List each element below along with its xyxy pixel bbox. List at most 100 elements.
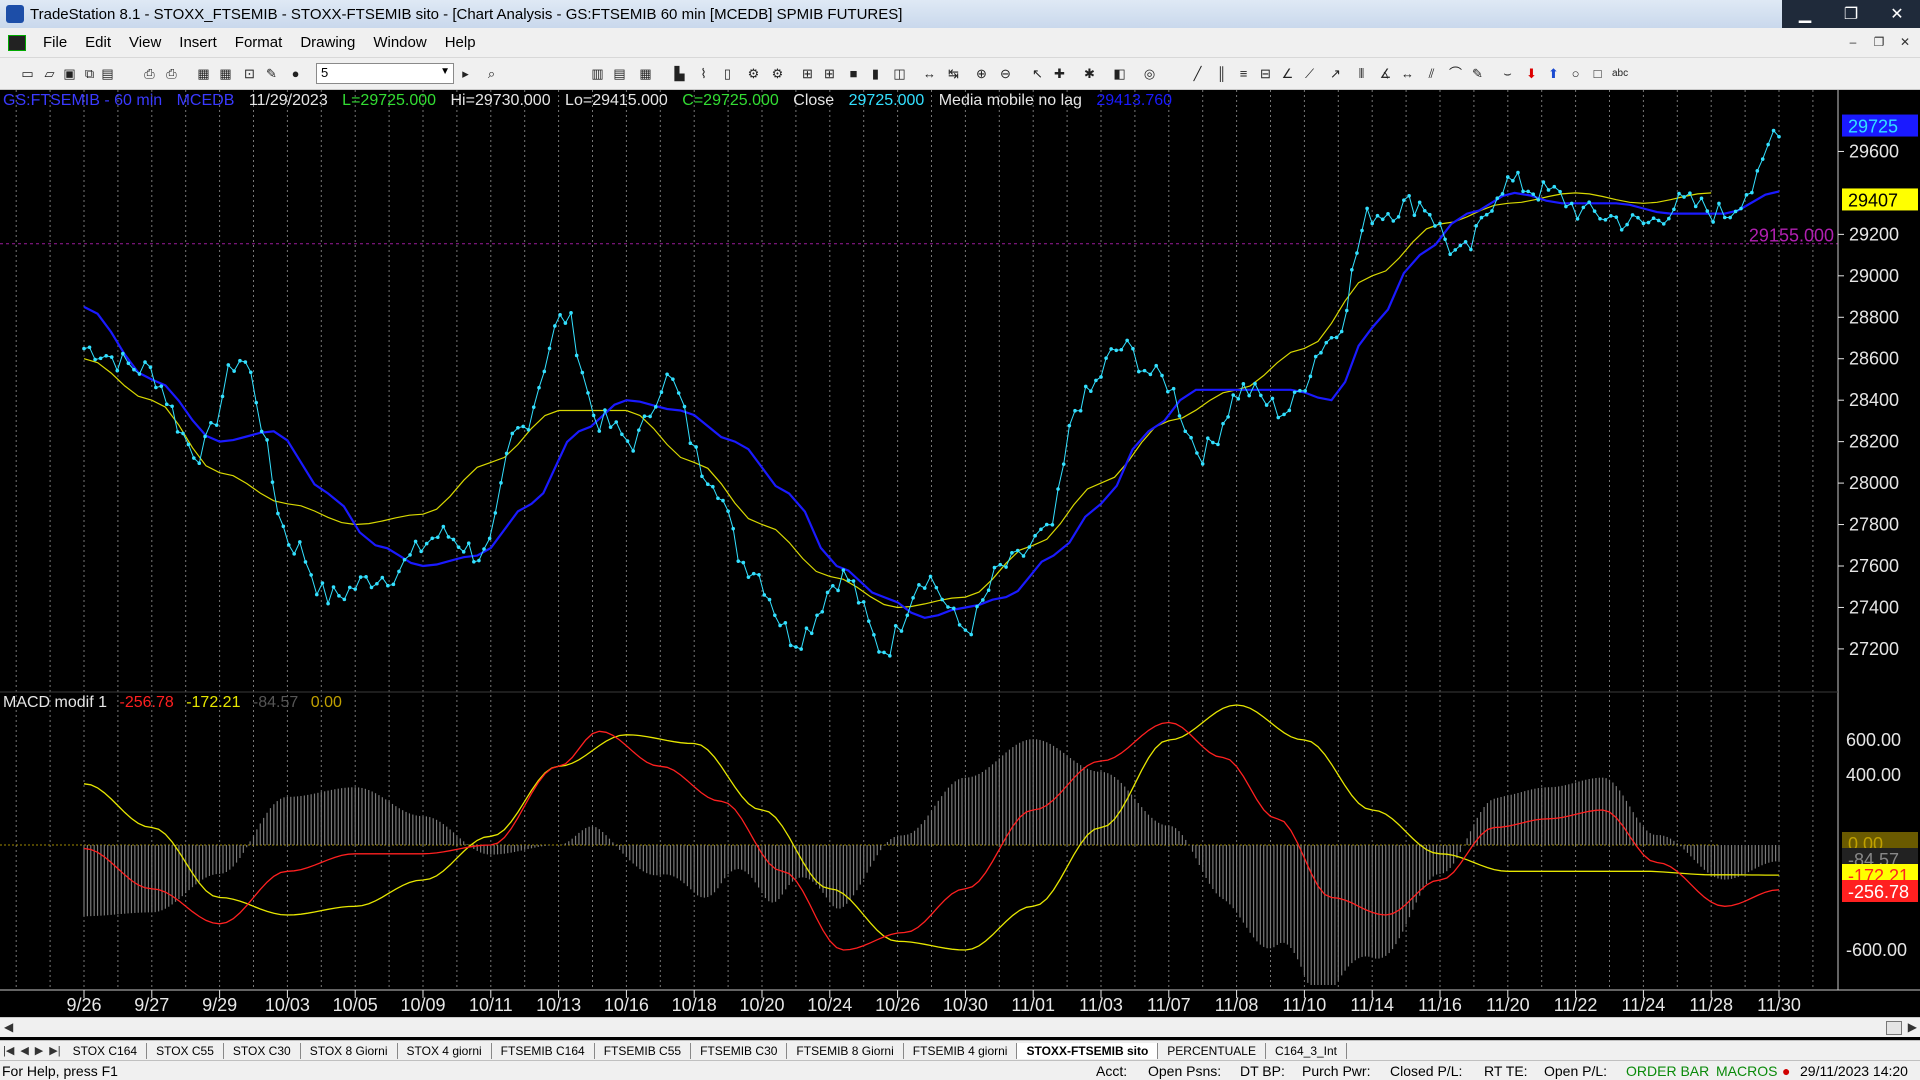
mdi-close-button[interactable]: ✕ xyxy=(1894,32,1916,52)
chart-analysis-window[interactable]: 29600 29200 29000 28800 28600 28400 28200 28000… xyxy=(0,90,1920,1028)
spread-icon[interactable]: ◫ xyxy=(892,66,907,81)
tab-stox-4-giorni[interactable]: STOX 4 giorni xyxy=(398,1042,492,1059)
down-arrow-icon[interactable]: ⬇ xyxy=(1524,66,1539,81)
scroll-left-icon[interactable]: ◀ xyxy=(4,1020,13,1034)
up-arrow-icon[interactable]: ⬆ xyxy=(1546,66,1561,81)
analysis-icon[interactable]: ● xyxy=(288,66,303,81)
open-icon[interactable]: ▱ xyxy=(42,66,57,81)
compress-icon[interactable]: ↹ xyxy=(946,66,961,81)
paste-icon[interactable]: ▤ xyxy=(100,66,115,81)
arrow-line-icon[interactable]: ↗ xyxy=(1328,66,1343,81)
close-button[interactable]: ✕ xyxy=(1874,0,1920,28)
trendline-icon[interactable]: ╱ xyxy=(1190,66,1205,81)
alert-icon[interactable]: ◧ xyxy=(1112,66,1127,81)
scroll-thumb[interactable] xyxy=(1886,1021,1902,1035)
tab-ftsemib-8-giorni[interactable]: FTSEMIB 8 Giorni xyxy=(787,1042,904,1059)
play-icon[interactable]: ▸ xyxy=(458,66,473,81)
indicator-icon[interactable]: ⚙ xyxy=(746,66,761,81)
tab-c164-3-int[interactable]: C164_3_Int xyxy=(1266,1042,1348,1059)
menu-view[interactable]: View xyxy=(120,34,170,51)
minimize-button[interactable]: ▁ xyxy=(1782,0,1828,28)
price-dot xyxy=(741,560,746,565)
tab-stox-c30[interactable]: STOX C30 xyxy=(224,1042,301,1059)
line-chart-icon[interactable]: ⌇ xyxy=(696,66,711,81)
candle-icon[interactable]: ▯ xyxy=(720,66,735,81)
tab-ftsemib-c164[interactable]: FTSEMIB C164 xyxy=(492,1042,595,1059)
scroll-right-icon[interactable]: ▶ xyxy=(1908,1020,1917,1034)
order-bar-button[interactable]: ORDER BAR xyxy=(1626,1063,1709,1079)
horizontal-lines-icon[interactable]: ≡ xyxy=(1236,66,1251,81)
arc-icon[interactable]: ⌒ xyxy=(1448,66,1463,81)
rectangle-icon[interactable]: □ xyxy=(1590,66,1605,81)
time-tick-label: 11/08 xyxy=(1215,995,1259,1015)
menu-help[interactable]: Help xyxy=(436,34,485,51)
zoom-out-icon[interactable]: ⊖ xyxy=(998,66,1013,81)
tab-nav-prev[interactable]: ◀ xyxy=(17,1044,31,1057)
chart-canvas[interactable]: 29600 29200 29000 28800 28600 28400 28200 28000… xyxy=(0,90,1920,1017)
time-tick-label: 11/10 xyxy=(1283,995,1327,1015)
print-icon[interactable]: ⎙ xyxy=(142,66,157,81)
chart-document-icon[interactable] xyxy=(8,34,26,51)
pointer-icon[interactable]: ↖ xyxy=(1030,66,1045,81)
channel-icon[interactable]: ⊟ xyxy=(1258,66,1273,81)
menu-drawing[interactable]: Drawing xyxy=(291,34,364,51)
price-dot xyxy=(1078,408,1083,413)
workspace-icon[interactable]: ▦ xyxy=(218,66,233,81)
menu-window[interactable]: Window xyxy=(364,34,435,51)
ellipse-icon[interactable]: ○ xyxy=(1568,66,1583,81)
tab-nav-last[interactable]: ▶| xyxy=(46,1044,63,1057)
copy-icon[interactable]: ⧉ xyxy=(82,66,97,81)
mdi-restore-button[interactable]: ❐ xyxy=(1868,32,1890,52)
data-window-icon[interactable]: ▦ xyxy=(638,66,653,81)
color-icon[interactable]: ■ xyxy=(846,66,861,81)
tab-stox-c55[interactable]: STOX C55 xyxy=(147,1042,224,1059)
tab-nav-first[interactable]: |◀ xyxy=(0,1044,17,1057)
menu-edit[interactable]: Edit xyxy=(76,34,120,51)
tab-stox-c164[interactable]: STOX C164 xyxy=(64,1042,148,1059)
gann-icon[interactable]: ⫴ xyxy=(1354,66,1369,81)
horizontal-scrollbar[interactable]: ◀ ▶ xyxy=(0,1017,1920,1037)
grid-icon[interactable]: ▥ xyxy=(590,66,605,81)
table-icon[interactable]: ▤ xyxy=(612,66,627,81)
new-icon[interactable]: ▭ xyxy=(20,66,35,81)
tab-nav-next[interactable]: ▶ xyxy=(32,1044,46,1057)
fan-icon[interactable]: ∠ xyxy=(1280,66,1295,81)
pencil-icon[interactable]: ✎ xyxy=(1470,66,1485,81)
parallel-icon[interactable]: ⫽ xyxy=(1424,66,1439,81)
save-icon[interactable]: ▣ xyxy=(62,66,77,81)
tools-icon[interactable]: ✱ xyxy=(1082,66,1097,81)
vertical-lines-icon[interactable]: ║ xyxy=(1214,66,1229,81)
cross-icon[interactable]: ✚ xyxy=(1052,66,1067,81)
refresh-icon[interactable]: ▦ xyxy=(196,66,211,81)
volume-icon[interactable]: ▮ xyxy=(868,66,883,81)
tab-stox-8-giorni[interactable]: STOX 8 Giorni xyxy=(301,1042,398,1059)
wizard-icon[interactable]: ✎ xyxy=(264,66,279,81)
tab-ftsemib-4-giorni[interactable]: FTSEMIB 4 giorni xyxy=(904,1042,1018,1059)
style-icon[interactable]: ⊞ xyxy=(822,66,837,81)
format-icon[interactable]: ⊞ xyxy=(800,66,815,81)
strategy-icon[interactable]: ⚙ xyxy=(770,66,785,81)
menu-file[interactable]: File xyxy=(34,34,76,51)
mdi-minimize-button[interactable]: – xyxy=(1842,32,1864,52)
menu-insert[interactable]: Insert xyxy=(170,34,226,51)
print-preview-icon[interactable]: ⎙ xyxy=(164,66,179,81)
tab-ftsemib-c30[interactable]: FTSEMIB C30 xyxy=(691,1042,788,1059)
text-icon[interactable]: abc xyxy=(1612,66,1628,81)
interval-select[interactable]: 5 ▼ xyxy=(316,63,454,84)
bar-chart-icon[interactable]: ▙ xyxy=(672,66,687,81)
tab-percentuale[interactable]: PERCENTUALE xyxy=(1158,1042,1266,1059)
tab-ftsemib-c55[interactable]: FTSEMIB C55 xyxy=(595,1042,692,1059)
tab-stoxx-ftsemib-sito[interactable]: STOXX-FTSEMIB sito xyxy=(1017,1042,1159,1059)
macros-button[interactable]: MACROS xyxy=(1716,1063,1777,1079)
menu-format[interactable]: Format xyxy=(226,34,292,51)
horizontal-arrow-icon[interactable]: ↔ xyxy=(1400,66,1415,81)
lock-icon[interactable]: ⊡ xyxy=(242,66,257,81)
angle-icon[interactable]: ∡ xyxy=(1378,66,1393,81)
curve-icon[interactable]: ⌣ xyxy=(1500,66,1515,81)
settings-icon[interactable]: ◎ xyxy=(1142,66,1157,81)
restore-button[interactable]: ❐ xyxy=(1828,0,1874,28)
fib-icon[interactable]: ⟋ xyxy=(1302,66,1317,81)
zoom-in-icon[interactable]: ⊕ xyxy=(974,66,989,81)
magnify-chart-icon[interactable]: ⌕ xyxy=(484,66,499,81)
expand-icon[interactable]: ↔ xyxy=(922,66,937,81)
